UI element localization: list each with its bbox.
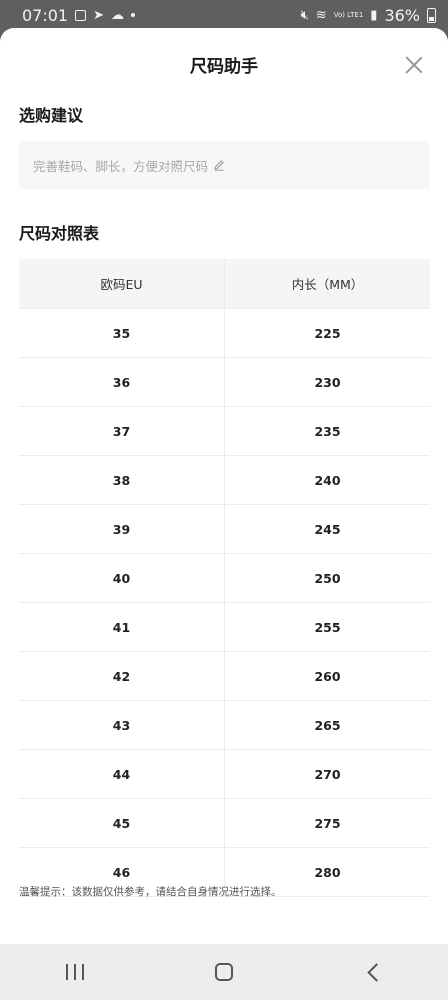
status-left: 07:01 ➤ ☁ [22,5,136,25]
wifi-icon: ≋ [315,7,327,23]
inner-length-cell: 235 [224,406,430,456]
header-eu-size: 欧码EU [19,259,225,309]
lte-indicator: Vo) LTE1 [333,10,364,19]
inner-length-cell: 230 [224,357,430,407]
size-chart-table: 欧码EU 内长（MM） 35 225 36 230 37 235 38 240 39 24… [19,259,430,897]
system-nav-bar [0,944,448,1000]
advice-placeholder: 完善鞋码、脚长，方便对照尺码 [33,158,209,174]
eu-size-cell: 41 [19,602,225,652]
signal-icon: ▮ [370,7,378,23]
table-header-row: 欧码EU 内长（MM） [19,259,430,309]
status-right: 🔇︎ ≋ Vo) LTE1 ▮ 36% [301,6,436,25]
sheet-title: 尺码助手 [190,57,258,77]
eu-size-cell: 38 [19,455,225,505]
mute-icon: 🔇︎ [300,7,309,23]
eu-size-cell: 40 [19,553,225,603]
close-icon[interactable] [400,52,428,80]
inner-length-cell: 245 [224,504,430,554]
inner-length-cell: 255 [224,602,430,652]
back-button[interactable] [353,952,393,992]
inner-length-cell: 265 [224,700,430,750]
eu-size-cell: 43 [19,700,225,750]
inner-length-cell: 250 [224,553,430,603]
table-row: 37 235 [19,406,430,456]
inner-length-cell: 275 [224,798,430,848]
table-row: 42 260 [19,651,430,701]
home-icon [214,963,233,981]
disclaimer-tip: 温馨提示：该数据仅供参考，请结合自身情况进行选择。 [19,886,282,898]
table-row: 35 225 [19,308,430,358]
eu-size-cell: 42 [19,651,225,701]
battery-icon [427,7,436,23]
inner-length-cell: 240 [224,455,430,505]
table-row: 38 240 [19,455,430,505]
inner-length-cell: 270 [224,749,430,799]
recent-apps-icon [65,964,84,980]
home-button[interactable] [204,952,244,992]
eu-size-cell: 44 [19,749,225,799]
eu-size-cell: 45 [19,798,225,848]
inner-length-cell: 225 [224,308,430,358]
battery-percent: 36% [384,5,420,25]
table-row: 43 265 [19,700,430,750]
recent-apps-button[interactable] [55,952,95,992]
table-row: 41 255 [19,602,430,652]
telegram-notification-icon: ➤ [93,7,105,23]
more-notifications-icon [131,13,136,17]
inner-length-cell: 260 [224,651,430,701]
status-time: 07:01 [22,5,69,25]
size-profile-input[interactable]: 完善鞋码、脚长，方便对照尺码 [19,141,430,189]
size-helper-sheet: 尺码助手 选购建议 完善鞋码、脚长，方便对照尺码 尺码对照表 欧码EU 内长（M… [0,28,448,944]
header-inner-length: 内长（MM） [224,259,430,309]
pencil-icon [214,160,224,171]
eu-size-cell: 37 [19,406,225,456]
table-row: 44 270 [19,749,430,799]
eu-size-cell: 39 [19,504,225,554]
table-row: 45 275 [19,798,430,848]
cloud-notification-icon: ☁ [111,7,125,23]
advice-section-title: 选购建议 [19,106,84,125]
back-icon [367,963,387,982]
table-row: 40 250 [19,553,430,603]
table-row: 36 230 [19,357,430,407]
eu-size-cell: 35 [19,308,225,358]
checklist-notification-icon [75,9,87,21]
table-section-title: 尺码对照表 [19,224,100,243]
eu-size-cell: 36 [19,357,225,407]
table-row: 39 245 [19,504,430,554]
status-bar: 07:01 ➤ ☁ 🔇︎ ≋ Vo) LTE1 ▮ 36% [0,0,448,30]
